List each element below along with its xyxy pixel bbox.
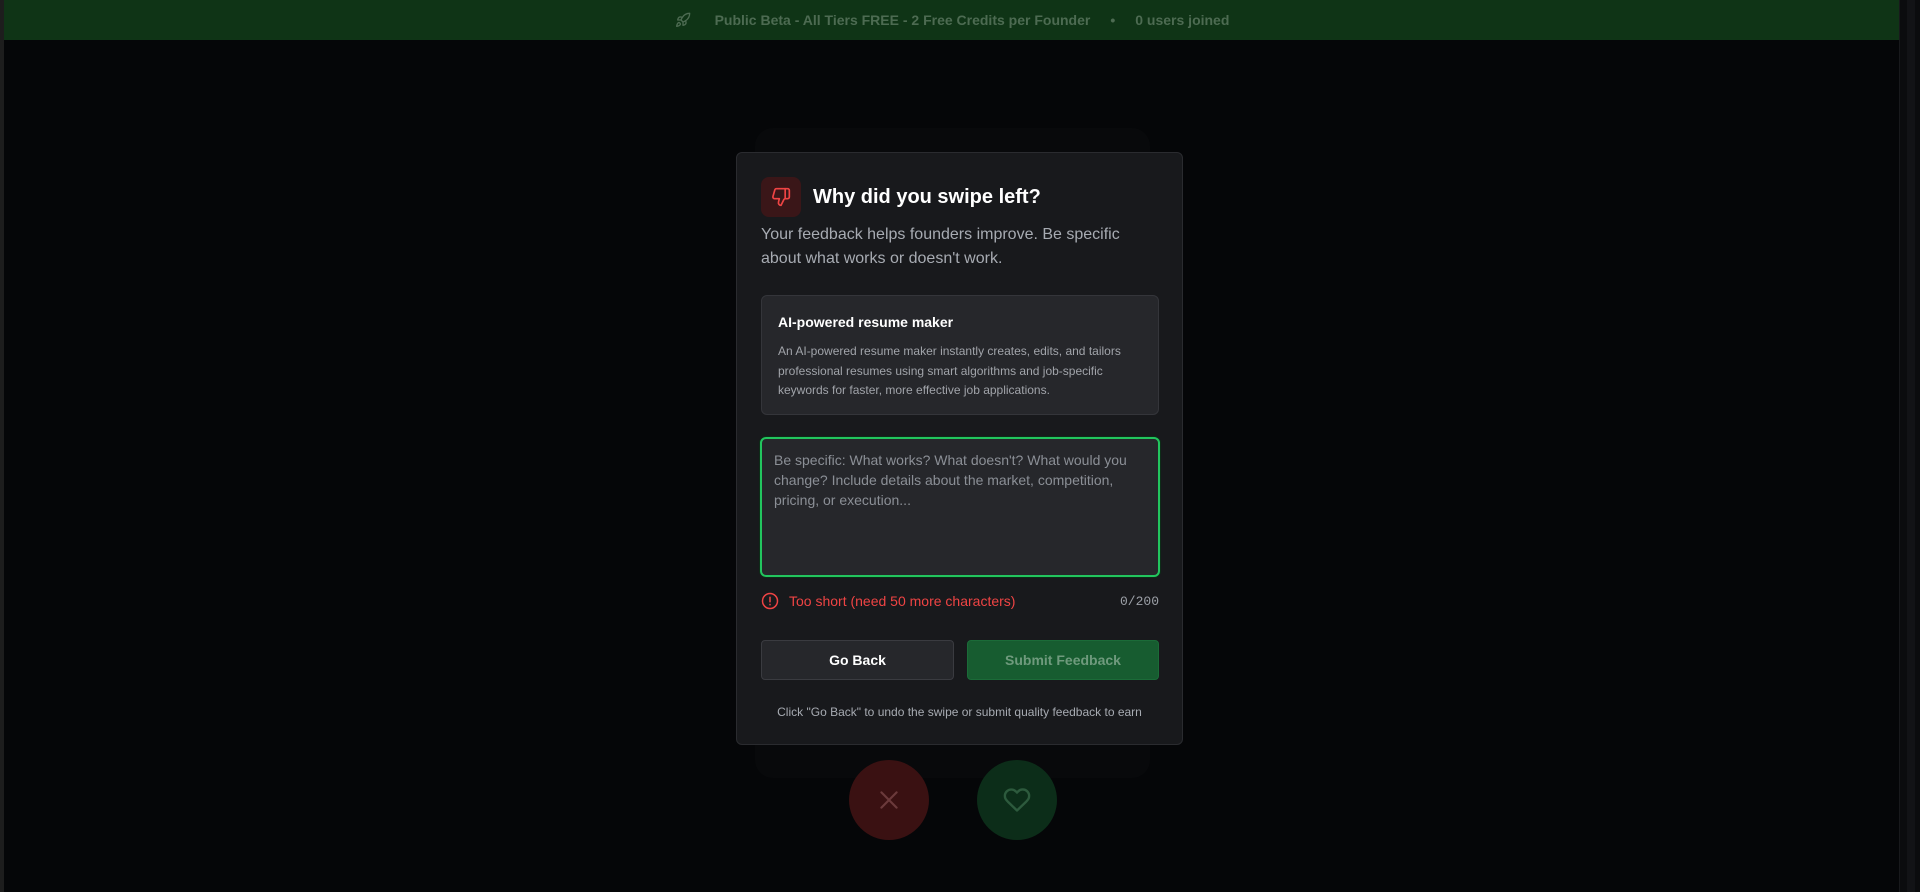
go-back-button[interactable]: Go Back xyxy=(761,640,954,680)
pass-button[interactable] xyxy=(849,760,929,840)
window-frame-left xyxy=(0,0,4,892)
modal-description: Your feedback helps founders improve. Be… xyxy=(761,226,1120,267)
banner-text: Public Beta - All Tiers FREE - 2 Free Cr… xyxy=(714,12,1091,28)
thumbs-down-icon xyxy=(772,187,791,207)
scrollbar-thumb[interactable] xyxy=(1907,0,1915,892)
feedback-textarea[interactable] xyxy=(760,437,1160,577)
idea-summary-card: AI-powered resume maker An AI-powered re… xyxy=(761,295,1159,415)
close-icon xyxy=(880,791,898,809)
modal-title: Why did you swipe left? xyxy=(813,185,1041,208)
banner-separator: • xyxy=(1110,12,1116,28)
rocket-icon xyxy=(675,12,690,27)
validation-message: Too short (need 50 more characters) xyxy=(789,593,1016,609)
idea-title: AI-powered resume maker xyxy=(778,314,954,330)
validation-row: Too short (need 50 more characters) 0/20… xyxy=(761,589,1159,613)
idea-description: An AI-powered resume maker instantly cre… xyxy=(778,344,1121,397)
modal-header: Why did you swipe left? xyxy=(761,177,1041,217)
heart-icon xyxy=(1003,788,1031,812)
header-icon-container xyxy=(761,177,801,217)
top-banner: Public Beta - All Tiers FREE - 2 Free Cr… xyxy=(4,0,1900,40)
app-page: Public Beta - All Tiers FREE - 2 Free Cr… xyxy=(0,0,1920,892)
users-joined-count: 0 users joined xyxy=(1135,12,1230,28)
modal-footnote: Click "Go Back" to undo the swipe or sub… xyxy=(777,705,1142,719)
swipe-left-feedback-modal: Why did you swipe left? Your feedback he… xyxy=(736,152,1183,745)
like-button[interactable] xyxy=(977,760,1057,840)
alert-circle-icon xyxy=(761,592,779,610)
character-count: 0/200 xyxy=(1119,593,1159,609)
scrollbar[interactable] xyxy=(1899,0,1920,892)
submit-feedback-button[interactable]: Submit Feedback xyxy=(967,640,1159,680)
